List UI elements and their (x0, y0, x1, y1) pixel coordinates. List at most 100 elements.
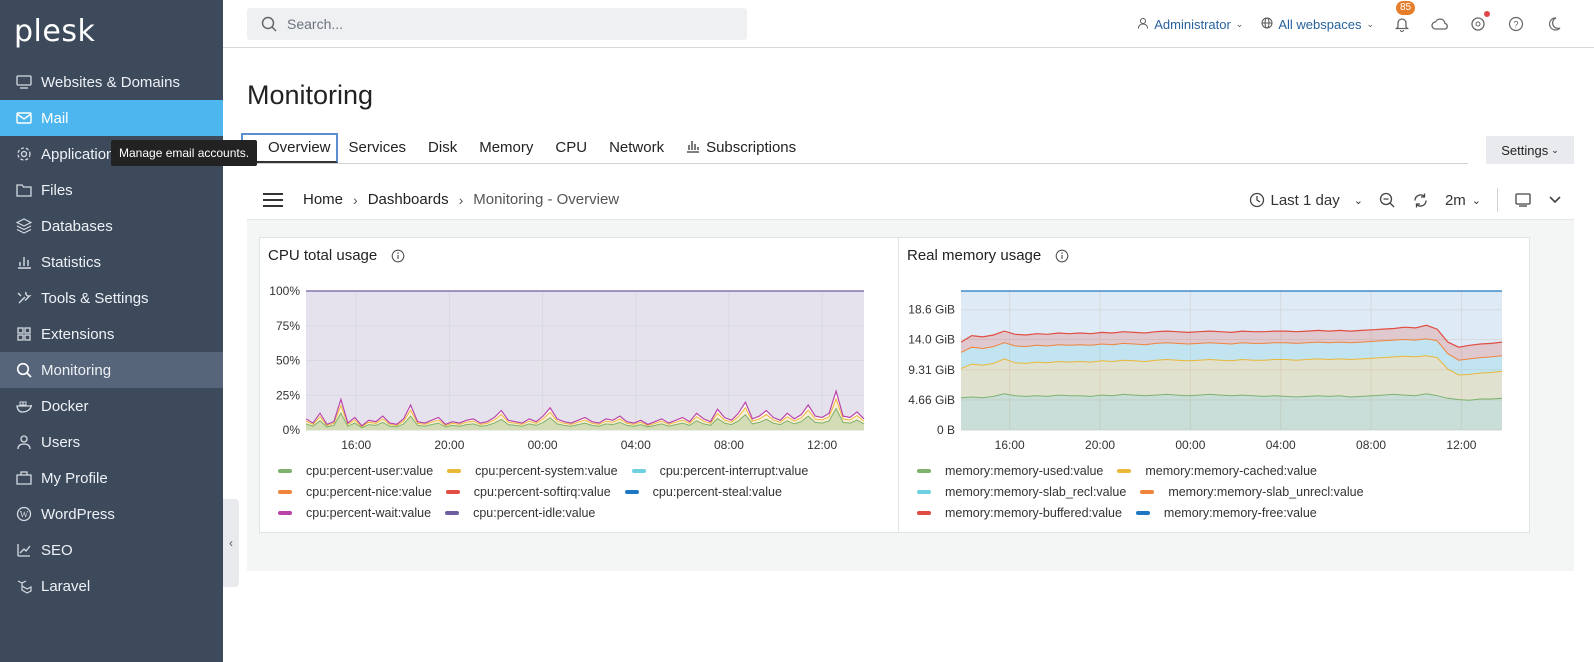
profile-icon (15, 469, 33, 487)
sidebar-item-label: Applications (41, 145, 122, 163)
search-input[interactable]: Search... (247, 8, 747, 40)
sidebar-item-monitoring[interactable]: Monitoring (0, 352, 223, 388)
tab-subscriptions[interactable]: Subscriptions (675, 133, 807, 163)
hub-icon (1471, 17, 1485, 31)
legend-item[interactable]: cpu:percent-nice:value (278, 485, 432, 499)
sidebar-item-label: Statistics (41, 253, 102, 271)
legend-swatch (624, 489, 639, 494)
legend-label: cpu:percent-user:value (306, 463, 434, 478)
expand-button[interactable] (1548, 195, 1562, 205)
sidebar-item-websites-domains[interactable]: Websites & Domains (0, 64, 223, 100)
gear-icon (15, 145, 33, 163)
tab-memory[interactable]: Memory (468, 133, 544, 163)
legend-item[interactable]: cpu:percent-user:value (278, 464, 433, 478)
sidebar-item-users[interactable]: Users (0, 424, 223, 460)
sidebar-item-seo[interactable]: SEO (0, 532, 223, 568)
notifications-button[interactable]: 85 (1392, 1, 1416, 34)
collapse-sidebar-button[interactable]: ‹ (223, 499, 239, 587)
legend-swatch (278, 489, 292, 494)
tab-disk[interactable]: Disk (417, 133, 468, 163)
tab-label: Services (348, 139, 407, 156)
time-range-picker[interactable]: Last 1 day ⌄ (1249, 192, 1363, 209)
tv-mode-button[interactable] (1514, 192, 1532, 208)
webspace-selector[interactable]: All webspaces ⌄ (1261, 17, 1374, 32)
breadcrumb-current: Monitoring - Overview (473, 191, 620, 208)
legend-swatch (917, 468, 931, 473)
legend-label: cpu:percent-wait:value (306, 505, 432, 520)
legend-row: memory:memory-slab_recl:value memory:memo… (917, 481, 1378, 502)
tab-services[interactable]: Services (338, 133, 418, 163)
sidebar-item-extensions[interactable]: Extensions (0, 316, 223, 352)
tab-cpu[interactable]: CPU (544, 133, 598, 163)
legend-item[interactable]: memory:memory-slab_unrecl:value (1140, 484, 1364, 499)
sidebar-item-databases[interactable]: Databases (0, 208, 223, 244)
zoom-out-button[interactable] (1379, 192, 1396, 209)
memory-panel-title: Real memory usage (907, 247, 1042, 264)
user-icon (15, 433, 33, 451)
user-menu[interactable]: Administrator ⌄ (1137, 17, 1243, 32)
legend-row: cpu:percent-user:value cpu:percent-system… (278, 460, 822, 481)
seo-icon (15, 541, 33, 559)
refresh-button[interactable] (1412, 192, 1429, 209)
settings-button[interactable]: Settings ⌄ (1486, 136, 1574, 164)
menu-icon[interactable] (263, 192, 285, 208)
tab-network[interactable]: Network (598, 133, 675, 163)
legend-label: memory:memory-slab_unrecl:value (1168, 484, 1364, 499)
legend-swatch (445, 510, 460, 515)
sidebar-item-mail[interactable]: Mail (0, 100, 223, 136)
legend-item[interactable]: cpu:percent-wait:value (278, 506, 431, 520)
legend-label: cpu:percent-idle:value (473, 505, 596, 520)
refresh-interval-picker[interactable]: 2m ⌄ (1445, 192, 1481, 209)
x-tick-label: 16:00 (341, 438, 371, 452)
legend-item[interactable]: cpu:percent-steal:value (624, 485, 782, 499)
info-icon[interactable] (1055, 249, 1069, 263)
sidebar-item-files[interactable]: Files (0, 172, 223, 208)
zoom-out-icon (1379, 192, 1395, 207)
monitor-icon (1515, 193, 1531, 207)
sidebar-item-statistics[interactable]: Statistics (0, 244, 223, 280)
breadcrumb-home[interactable]: Home (303, 191, 343, 208)
cloud-button[interactable] (1430, 14, 1450, 34)
legend-item[interactable]: memory:memory-free:value (1135, 506, 1317, 520)
breadcrumb: Home › Dashboards › Monitoring - Overvie… (303, 191, 619, 208)
sidebar-item-label: Websites & Domains (41, 73, 180, 91)
panel-title: CPU total usage (268, 247, 405, 264)
legend-item[interactable]: cpu:percent-idle:value (445, 506, 595, 520)
sidebar-item-laravel[interactable]: Laravel (0, 568, 223, 604)
legend-swatch (917, 489, 931, 494)
y-tick-label: 18.6 GiB (908, 303, 955, 317)
monitoring-icon (15, 361, 33, 379)
sidebar-item-label: Docker (41, 397, 89, 415)
plesk-logo[interactable]: plesk (14, 14, 95, 49)
wordpress-icon: W (15, 505, 33, 523)
info-icon[interactable] (391, 249, 405, 263)
sidebar-item-label: My Profile (41, 469, 108, 487)
legend-item[interactable]: cpu:percent-interrupt:value (631, 464, 808, 478)
time-range-label: Last 1 day (1270, 191, 1340, 209)
legend-item[interactable]: memory:memory-slab_recl:value (917, 485, 1126, 499)
sidebar-item-label: Mail (41, 109, 69, 127)
laravel-icon (15, 577, 33, 595)
legend-item[interactable]: memory:memory-buffered:value (917, 506, 1122, 520)
help-button[interactable]: ? (1506, 14, 1526, 34)
dashboard-toolbar: Home › Dashboards › Monitoring - Overvie… (247, 180, 1574, 220)
sidebar-item-tools-settings[interactable]: Tools & Settings (0, 280, 223, 316)
theme-toggle[interactable] (1544, 14, 1564, 34)
sidebar-item-my-profile[interactable]: My Profile (0, 460, 223, 496)
dashboard-controls: Last 1 day ⌄ 2m ⌄ (1249, 180, 1563, 220)
chevron-down-icon: ⌄ (1471, 194, 1481, 207)
sidebar-item-docker[interactable]: Docker (0, 388, 223, 424)
sidebar-item-wordpress[interactable]: W WordPress (0, 496, 223, 532)
breadcrumb-dashboards[interactable]: Dashboards (368, 191, 449, 208)
notifications-badge: 85 (1396, 1, 1416, 15)
x-tick-label: 04:00 (621, 438, 651, 452)
extensions-icon (15, 325, 33, 343)
sidebar-item-label: Users (41, 433, 81, 451)
legend-item[interactable]: memory:memory-cached:value (1117, 464, 1317, 478)
extensions-hub-button[interactable] (1468, 11, 1490, 34)
legend-item[interactable]: cpu:percent-system:value (447, 464, 618, 478)
tab-label: Overview (268, 139, 331, 156)
legend-item[interactable]: cpu:percent-softirq:value (445, 485, 611, 499)
legend-item[interactable]: memory:memory-used:value (917, 464, 1103, 478)
bell-icon (1394, 18, 1410, 32)
